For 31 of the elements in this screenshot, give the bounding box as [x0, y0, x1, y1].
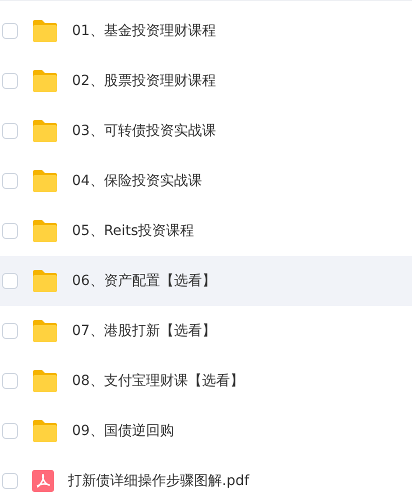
folder-icon [32, 219, 58, 243]
file-name: 打新债详细操作步骤图解.pdf [68, 472, 250, 490]
folder-icon [32, 269, 58, 293]
checkbox[interactable] [2, 423, 18, 439]
checkbox[interactable] [2, 373, 18, 389]
checkbox[interactable] [2, 273, 18, 289]
file-name: 08、支付宝理财课【选看】 [72, 372, 244, 390]
checkbox[interactable] [2, 323, 18, 339]
checkbox[interactable] [2, 173, 18, 189]
file-name: 09、国债逆回购 [72, 422, 174, 440]
folder-icon [32, 19, 58, 43]
file-name: 03、可转债投资实战课 [72, 122, 216, 140]
folder-icon [32, 169, 58, 193]
checkbox[interactable] [2, 223, 18, 239]
folder-icon [32, 69, 58, 93]
folder-icon [32, 369, 58, 393]
folder-icon [32, 319, 58, 343]
pdf-icon [32, 469, 54, 493]
checkbox[interactable] [2, 73, 18, 89]
folder-icon [32, 119, 58, 143]
file-name: 04、保险投资实战课 [72, 172, 202, 190]
file-name: 05、Reits投资课程 [72, 222, 194, 240]
file-name: 01、基金投资理财课程 [72, 22, 216, 40]
checkbox[interactable] [2, 123, 18, 139]
file-name: 07、港股打新【选看】 [72, 322, 216, 340]
file-name: 06、资产配置【选看】 [72, 272, 216, 290]
folder-icon [32, 419, 58, 443]
checkbox[interactable] [2, 23, 18, 39]
file-row[interactable]: 06、资产配置【选看】 [0, 256, 412, 306]
checkbox[interactable] [2, 473, 18, 489]
file-name: 02、股票投资理财课程 [72, 72, 216, 90]
